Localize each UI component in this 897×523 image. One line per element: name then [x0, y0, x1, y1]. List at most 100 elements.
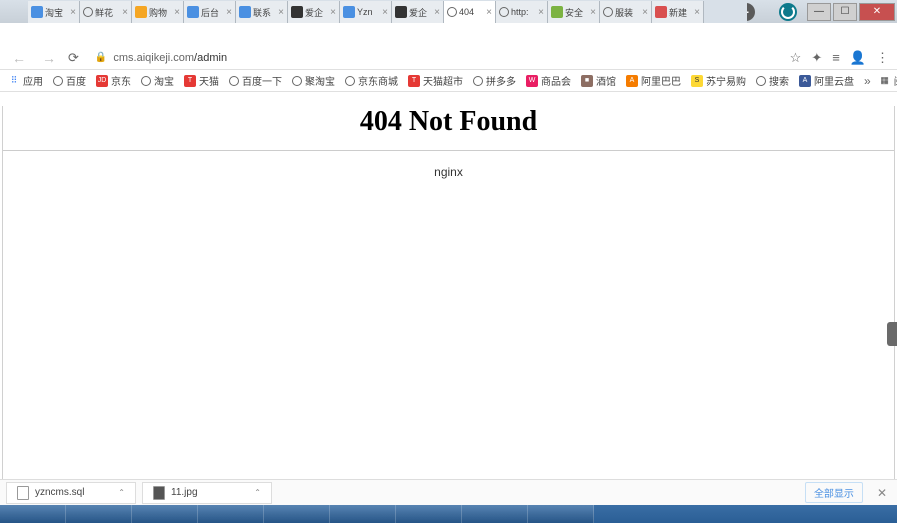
tab-label: 新建 — [669, 6, 692, 19]
browser-tab[interactable]: 服装× — [600, 1, 652, 23]
bookmark-label: 阿里巴巴 — [641, 73, 681, 88]
bookmark-item[interactable]: 京东商城 — [345, 73, 398, 88]
tab-close-icon[interactable]: × — [174, 7, 180, 18]
tab-close-icon[interactable]: × — [278, 7, 284, 18]
chevron-up-icon[interactable]: ⌃ — [254, 488, 261, 497]
bookmark-item[interactable]: ⠿应用 — [8, 73, 43, 88]
tab-label: 淘宝 — [45, 6, 68, 19]
tab-label: http: — [511, 7, 536, 17]
side-feedback-badge[interactable] — [887, 322, 897, 346]
tab-favicon — [135, 6, 147, 18]
bookmark-label: 搜索 — [769, 73, 789, 88]
bookmark-item[interactable]: 拼多多 — [473, 73, 516, 88]
bookmark-star-icon[interactable]: ☆ — [790, 50, 802, 66]
tab-favicon — [603, 7, 613, 17]
tab-favicon — [447, 7, 457, 17]
browser-tab[interactable]: http:× — [496, 1, 548, 23]
downloads-close-button[interactable]: ✕ — [873, 486, 891, 500]
browser-tab[interactable]: 安全× — [548, 1, 600, 23]
tab-close-icon[interactable]: × — [70, 7, 76, 18]
tab-close-icon[interactable]: × — [642, 7, 648, 18]
lock-icon: 🔒 — [95, 52, 107, 63]
browser-tab[interactable]: 新建× — [652, 1, 704, 23]
bookmark-label: 酒馆 — [596, 73, 616, 88]
url-text: cms.aiqikeji.com/admin — [113, 52, 227, 64]
chevron-up-icon[interactable]: ⌃ — [118, 488, 125, 497]
bookmark-item[interactable]: JD京东 — [96, 73, 131, 88]
tab-label: 购物 — [149, 6, 172, 19]
bookmark-item[interactable]: A阿里云盘 — [799, 73, 854, 88]
browser-tab[interactable]: 淘宝× — [28, 1, 80, 23]
bookmarks-overflow-icon[interactable]: » — [864, 74, 871, 88]
bookmark-item[interactable]: S苏宁易购 — [691, 73, 746, 88]
bookmark-item[interactable]: 聚淘宝 — [292, 73, 335, 88]
tab-close-icon[interactable]: × — [590, 7, 596, 18]
tab-favicon — [83, 7, 93, 17]
tab-close-icon[interactable]: × — [382, 7, 388, 18]
bookmark-icon: A — [626, 75, 638, 87]
tab-favicon — [291, 6, 303, 18]
tab-favicon — [551, 6, 563, 18]
nav-back-button[interactable]: ← — [8, 50, 30, 66]
profile-icon[interactable]: 👤 — [850, 50, 866, 66]
nav-forward-button[interactable]: → — [38, 50, 60, 66]
bookmark-label: 苏宁易购 — [706, 73, 746, 88]
bookmark-item[interactable]: T天猫超市 — [408, 73, 463, 88]
bookmark-label: 拼多多 — [486, 73, 516, 88]
tab-close-icon[interactable]: × — [330, 7, 336, 18]
url-field[interactable]: 🔒 cms.aiqikeji.com/admin — [87, 52, 782, 64]
browser-tab[interactable]: 鲜花× — [80, 1, 132, 23]
tab-close-icon[interactable]: × — [122, 7, 128, 18]
browser-tab[interactable]: 爱企× — [288, 1, 340, 23]
browser-tab[interactable]: 购物× — [132, 1, 184, 23]
tab-close-icon[interactable]: × — [434, 7, 440, 18]
bookmark-icon: S — [691, 75, 703, 87]
tab-label: 爱企 — [305, 6, 328, 19]
download-item[interactable]: yzncms.sql⌃ — [6, 482, 136, 504]
browser-tab[interactable]: Yzn× — [340, 1, 392, 23]
tab-label: 后台 — [201, 6, 224, 19]
bookmark-item[interactable]: 百度 — [53, 73, 86, 88]
tab-close-icon[interactable]: × — [694, 7, 700, 18]
download-item[interactable]: 11.jpg⌃ — [142, 482, 272, 504]
tab-favicon — [31, 6, 43, 18]
reading-list-button[interactable]: ▦ 阅读清单 — [879, 73, 897, 88]
browser-tab[interactable]: 后台× — [184, 1, 236, 23]
bookmark-item[interactable]: 淘宝 — [141, 73, 174, 88]
bookmark-label: 商品会 — [541, 73, 571, 88]
reload-button[interactable]: ⟳ — [68, 50, 79, 66]
file-icon — [17, 486, 29, 500]
tab-label: 404 — [459, 7, 484, 17]
bookmark-item[interactable]: A阿里巴巴 — [626, 73, 681, 88]
bookmarks-bar: ⠿应用百度 JD京东淘宝 T天猫百度一下聚淘宝 京东商城 T天猫超市 拼多多 W商品会 ■酒馆… — [0, 70, 897, 92]
downloads-show-all-button[interactable]: 全部显示 — [805, 482, 863, 503]
tab-favicon — [499, 7, 509, 17]
tab-close-icon[interactable]: × — [486, 7, 492, 18]
tab-close-icon[interactable]: × — [538, 7, 544, 18]
menu-icon[interactable]: ⋮ — [876, 50, 889, 66]
bookmark-item[interactable]: 百度一下 — [229, 73, 282, 88]
bookmark-icon: T — [184, 75, 196, 87]
browser-tab[interactable]: 爱企× — [392, 1, 444, 23]
tab-favicon — [343, 6, 355, 18]
sidepanel-icon[interactable]: ≡ — [832, 50, 840, 65]
tab-favicon — [655, 6, 667, 18]
bookmark-item[interactable]: ■酒馆 — [581, 73, 616, 88]
browser-tab[interactable]: 404× — [444, 1, 496, 23]
extensions-icon[interactable]: ✦ — [811, 50, 822, 66]
bookmark-item[interactable]: T天猫 — [184, 73, 219, 88]
bookmark-icon — [473, 76, 483, 86]
bookmark-icon — [229, 76, 239, 86]
bookmark-label: 京东商城 — [358, 73, 398, 88]
tab-favicon — [239, 6, 251, 18]
tab-close-icon[interactable]: × — [226, 7, 232, 18]
bookmark-item[interactable]: W商品会 — [526, 73, 571, 88]
close-window-button[interactable]: ✕ — [859, 3, 895, 21]
bookmark-item[interactable]: 搜索 — [756, 73, 789, 88]
bookmark-icon: A — [799, 75, 811, 87]
minimize-button[interactable]: — — [807, 3, 831, 21]
browser-tab[interactable]: 联系× — [236, 1, 288, 23]
maximize-button[interactable]: ☐ — [833, 3, 857, 21]
address-bar: ← → ⟳ 🔒 cms.aiqikeji.com/admin ☆ ✦ ≡ 👤 ⋮ — [0, 46, 897, 70]
os-taskbar[interactable] — [0, 505, 897, 523]
